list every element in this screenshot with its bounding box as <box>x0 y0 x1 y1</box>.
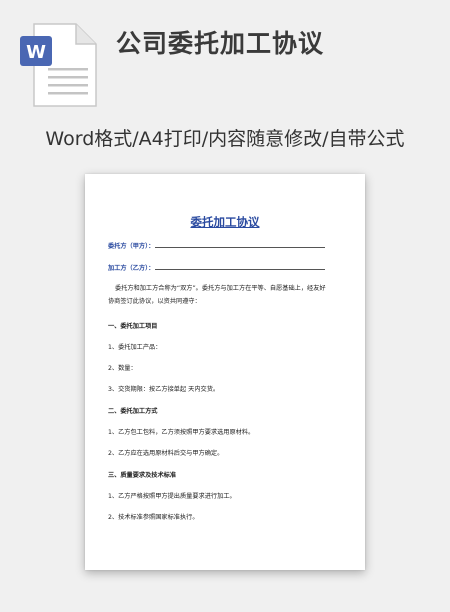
party-a-blank <box>155 242 326 248</box>
section-3-heading: 三、质量要求及技术标准 <box>108 472 177 479</box>
intro-line-2: 协商签订此协议，以资共同遵守： <box>108 298 201 305</box>
section-1-item-3: 3、交货期限：按乙方接单起 天内交货。 <box>108 386 220 393</box>
word-badge-letter: W <box>26 42 46 63</box>
party-a-label: 委托方（甲方）： <box>108 243 155 250</box>
section-3-item-2: 2、技术标准参照国家标准执行。 <box>108 514 199 521</box>
section-2-item-2: 2、乙方应在选用原材料后交与甲方确定。 <box>108 450 224 457</box>
section-1-item-1: 1、委托加工产品： <box>108 344 162 351</box>
page-title: 公司委托加工协议 <box>116 29 325 58</box>
party-b-blank <box>155 264 326 270</box>
header: W 公司委托加工协议 <box>0 0 450 112</box>
party-b-label: 加工方（乙方）： <box>108 265 155 272</box>
document-preview: 委托加工协议 委托方（甲方）： 加工方（乙方）： 委托方和加工方合称为“双方”。… <box>85 174 365 570</box>
section-3-item-1: 1、乙方严格按照甲方提出质量要求进行加工。 <box>108 493 236 500</box>
document-title: 委托加工协议 <box>190 215 260 229</box>
section-1-item-2: 2、数量： <box>108 365 137 372</box>
party-b-line: 加工方（乙方）： <box>108 263 326 272</box>
section-2-item-1: 1、乙方包工包料，乙方须按照甲方要求选用原材料。 <box>108 429 255 436</box>
intro-line-1: 委托方和加工方合称为“双方”。委托方与加工方在平等、自愿基础上，经友好 <box>115 285 326 292</box>
party-a-line: 委托方（甲方）： <box>108 241 326 250</box>
section-2-heading: 二、委托加工方式 <box>108 408 158 415</box>
section-1-heading: 一、委托加工项目 <box>108 323 158 330</box>
page-subtitle: Word格式/A4打印/内容随意修改/自带公式 <box>45 128 405 150</box>
